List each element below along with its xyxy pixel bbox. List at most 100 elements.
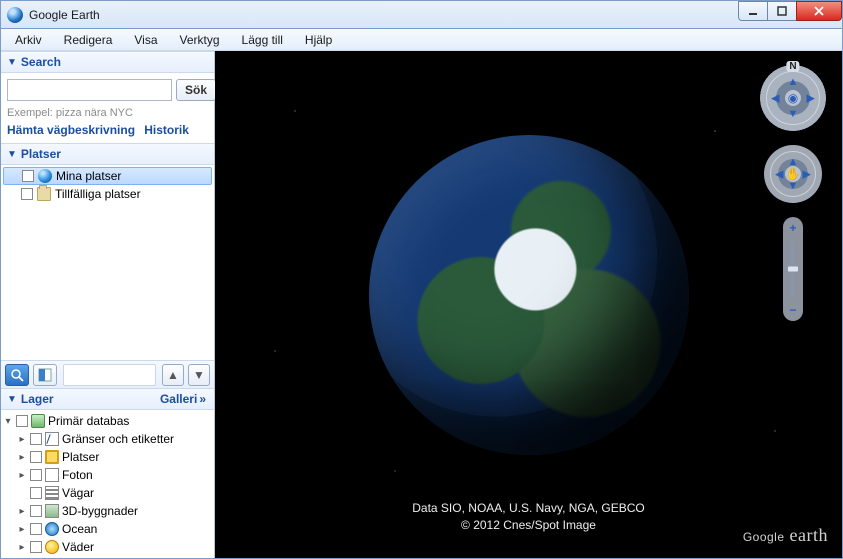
pan-up-arrow-icon[interactable]: ▲ [788, 156, 799, 168]
menu-redigera[interactable]: Redigera [54, 31, 123, 49]
app-icon [7, 7, 23, 23]
layer-row[interactable]: Vägar [1, 484, 214, 502]
opacity-slider[interactable] [63, 364, 156, 386]
window-title: Google Earth [29, 8, 100, 22]
chevron-down-icon: ▼ [7, 149, 17, 160]
chevron-down-icon: ▼ [7, 57, 17, 68]
zoom-thumb[interactable] [787, 266, 799, 273]
checkbox-icon[interactable] [30, 469, 42, 481]
twisty-icon[interactable]: ▸ [17, 524, 27, 535]
buildings-icon [45, 504, 59, 518]
zoom-out-button[interactable]: − [786, 303, 800, 317]
north-indicator[interactable]: N [786, 61, 799, 72]
layer-label: Ocean [62, 522, 97, 536]
zoom-in-button[interactable]: + [786, 221, 800, 235]
close-button[interactable] [796, 1, 842, 21]
places-panel-header[interactable]: ▼ Platser [1, 143, 214, 165]
layers-panel-body: ▾Primär databas▸Gränser och etiketter▸Pl… [1, 410, 214, 558]
checkbox-icon[interactable] [30, 451, 42, 463]
checkbox-icon[interactable] [30, 541, 42, 553]
twisty-icon[interactable]: ▸ [17, 542, 27, 553]
search-hint: Exempel: pizza nära NYC [7, 107, 208, 119]
zoom-slider[interactable]: + − [783, 217, 803, 321]
pan-ring[interactable]: ▲ ▼ ◀ ▶ ✋ [764, 145, 822, 203]
directions-link[interactable]: Hämta vägbeskrivning [7, 123, 135, 137]
opacity-button[interactable] [33, 364, 57, 386]
layer-row[interactable]: ▸ Ocean [1, 520, 214, 538]
look-up-arrow-icon[interactable]: ▲ [788, 76, 799, 88]
globe-icon [38, 169, 52, 183]
search-button[interactable]: Sök [176, 79, 216, 101]
move-down-button[interactable]: ▼ [188, 364, 210, 386]
place-item-mina-platser[interactable]: Mina platser [3, 167, 212, 185]
layer-row[interactable]: ▸ Foton [1, 466, 214, 484]
main-area: ▼ Search Sök Exempel: pizza nära NYC Häm… [1, 51, 842, 558]
look-left-arrow-icon[interactable]: ◀ [771, 92, 779, 105]
layer-label: Primär databas [48, 414, 129, 428]
search-panel-title: Search [21, 55, 61, 69]
search-panel-body: Sök Exempel: pizza nära NYC Hämta vägbes… [1, 73, 214, 143]
folder-icon [37, 187, 51, 201]
pan-down-arrow-icon[interactable]: ▼ [788, 180, 799, 192]
move-up-button[interactable]: ▲ [162, 364, 184, 386]
twisty-icon[interactable]: ▸ [17, 434, 27, 445]
weather-icon [45, 540, 59, 554]
checkbox-icon[interactable] [21, 188, 33, 200]
layer-label: Platser [62, 450, 99, 464]
menu-lagg-till[interactable]: Lägg till [232, 31, 293, 49]
place-label: Mina platser [56, 169, 121, 183]
menu-arkiv[interactable]: Arkiv [5, 31, 52, 49]
look-down-arrow-icon[interactable]: ▼ [788, 108, 799, 120]
layer-label: Foton [62, 468, 93, 482]
twisty-icon[interactable]: ▸ [17, 452, 27, 463]
checkbox-icon[interactable] [30, 487, 42, 499]
history-link[interactable]: Historik [144, 123, 189, 137]
menu-visa[interactable]: Visa [124, 31, 167, 49]
attribution-line-1: Data SIO, NOAA, U.S. Navy, NGA, GEBCO [215, 500, 842, 517]
layer-row[interactable]: ▸Väder [1, 538, 214, 556]
eye-icon[interactable]: ◉ [785, 90, 801, 106]
places-panel-body: Mina platser Tillfälliga platser [1, 165, 214, 360]
chevron-down-icon: ▼ [7, 394, 17, 405]
zoom-track[interactable] [791, 241, 795, 297]
minimize-button[interactable] [738, 1, 768, 21]
search-links: Hämta vägbeskrivning Historik [7, 123, 208, 137]
layer-row[interactable]: ▾ Primär databas [1, 412, 214, 430]
checkbox-icon[interactable] [22, 170, 34, 182]
app-window: Arkiv Redigera Visa Verktyg Lägg till Hj… [0, 28, 843, 559]
pan-left-arrow-icon[interactable]: ◀ [775, 168, 783, 181]
menu-hjalp[interactable]: Hjälp [295, 31, 342, 49]
twisty-icon[interactable]: ▾ [3, 416, 13, 427]
nav-controls: N ▲ ▼ ◀ ▶ ◉ ▲ ▼ ◀ ▶ ✋ + − [758, 65, 828, 321]
menu-verktyg[interactable]: Verktyg [170, 31, 230, 49]
sidebar: ▼ Search Sök Exempel: pizza nära NYC Häm… [1, 51, 215, 558]
search-input[interactable] [7, 79, 172, 101]
checkbox-icon[interactable] [30, 433, 42, 445]
gallery-link[interactable]: Galleri [160, 392, 208, 406]
twisty-icon[interactable]: ▸ [17, 506, 27, 517]
checkbox-icon[interactable] [30, 523, 42, 535]
menu-bar: Arkiv Redigera Visa Verktyg Lägg till Hj… [1, 29, 842, 51]
borders-icon [45, 432, 59, 446]
look-right-arrow-icon[interactable]: ▶ [807, 92, 815, 105]
maximize-button[interactable] [767, 1, 797, 21]
db-icon [31, 414, 45, 428]
earth-globe[interactable] [369, 135, 689, 455]
layer-row[interactable]: ▸ Platser [1, 448, 214, 466]
places-panel-title: Platser [21, 147, 61, 161]
layer-row[interactable]: ▸Gränser och etiketter [1, 430, 214, 448]
layers-panel-header[interactable]: ▼ Lager Galleri [1, 388, 214, 410]
twisty-icon[interactable]: ▸ [17, 470, 27, 481]
look-ring[interactable]: N ▲ ▼ ◀ ▶ ◉ [760, 65, 826, 131]
search-panel-header[interactable]: ▼ Search [1, 51, 214, 73]
checkbox-icon[interactable] [16, 415, 28, 427]
place-item-tillfalliga-platser[interactable]: Tillfälliga platser [1, 185, 214, 203]
pan-right-arrow-icon[interactable]: ▶ [803, 168, 811, 181]
checkbox-icon[interactable] [30, 505, 42, 517]
find-button[interactable] [5, 364, 29, 386]
layer-row[interactable]: ▸ 3D-byggnader [1, 502, 214, 520]
earth-viewport[interactable]: Data SIO, NOAA, U.S. Navy, NGA, GEBCO © … [215, 51, 842, 558]
layer-label: 3D-byggnader [62, 504, 138, 518]
place-label: Tillfälliga platser [55, 187, 141, 201]
layer-label: Vägar [62, 486, 94, 500]
